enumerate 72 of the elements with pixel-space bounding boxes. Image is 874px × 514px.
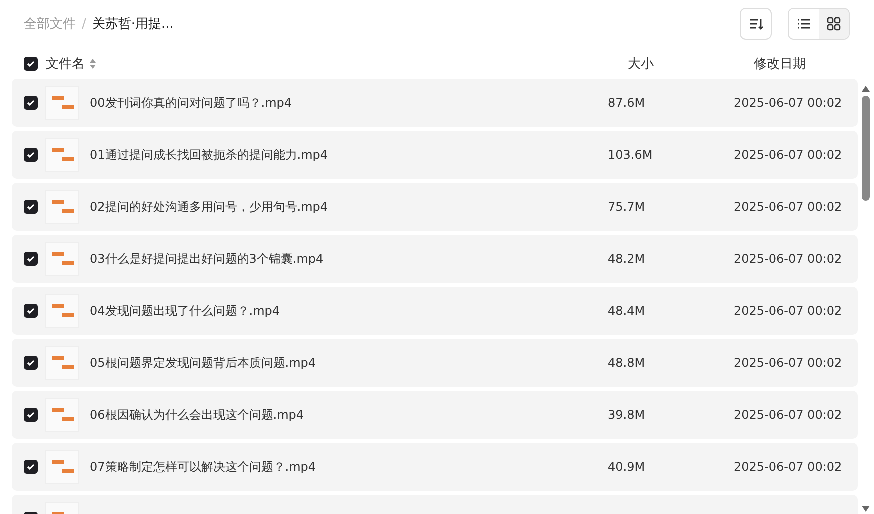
file-row[interactable]: 07策略制定怎样可以解决这个问题？.mp4 40.9M 2025-06-07 00:02 [12, 443, 858, 491]
file-checkbox[interactable] [24, 356, 38, 370]
video-thumbnail [45, 86, 79, 120]
date-column-header: 修改日期 [754, 56, 807, 73]
file-name: 04发现问题出现了什么问题？.mp4 [90, 302, 280, 320]
grid-view-button[interactable] [819, 9, 849, 39]
modified-date: 2025-06-07 00:02 [734, 304, 844, 318]
modified-date: 2025-06-07 00:02 [734, 96, 844, 110]
modified-date: 2025-06-07 00:02 [734, 408, 844, 422]
check-icon [26, 254, 36, 264]
sort-button[interactable] [740, 8, 772, 40]
modified-date: 2025-06-07 00:02 [734, 252, 844, 266]
check-icon [26, 150, 36, 160]
file-row[interactable]: 05根问题界定发现问题背后本质问题.mp4 48.8M 2025-06-07 00:02 [12, 339, 858, 387]
file-checkbox[interactable] [24, 96, 38, 110]
file-size: 48.8M [608, 356, 646, 370]
file-checkbox[interactable] [24, 148, 38, 162]
file-size: 87.6M [608, 96, 646, 110]
file-row[interactable]: 03什么是好提问提出好问题的3个锦囊.mp4 48.2M 2025-06-07 00:02 [12, 235, 858, 283]
video-thumbnail [45, 450, 79, 484]
scrollbar-thumb[interactable] [862, 96, 870, 201]
scroll-down-icon[interactable] [861, 505, 871, 513]
file-row[interactable]: 01通过提问成长找回被扼杀的提问能力.mp4 103.6M 2025-06-07 00:02 [12, 131, 858, 179]
file-size: 103.6M [608, 148, 654, 162]
breadcrumb-current: 关苏哲·用提... [92, 16, 174, 33]
file-checkbox[interactable] [24, 304, 38, 318]
file-name: 02提问的好处沟通多用问号，少用句号.mp4 [90, 198, 328, 216]
file-size: 40.9M [608, 460, 646, 474]
file-checkbox[interactable] [24, 460, 38, 474]
grid-icon [827, 17, 841, 31]
file-size: 48.2M [608, 252, 646, 266]
sort-arrows-icon [89, 58, 97, 70]
file-checkbox[interactable] [24, 200, 38, 214]
modified-date: 2025-06-07 00:02 [734, 460, 844, 474]
video-thumbnail [45, 190, 79, 224]
select-all-checkbox[interactable] [24, 57, 38, 71]
file-name: 05根问题界定发现问题背后本质问题.mp4 [90, 354, 316, 372]
breadcrumb-separator: / [82, 16, 86, 32]
check-icon [26, 98, 36, 108]
check-icon [26, 202, 36, 212]
file-row[interactable]: 00发刊词你真的问对问题了吗？.mp4 87.6M 2025-06-07 00:02 [12, 79, 858, 127]
check-icon [26, 410, 36, 420]
check-icon [26, 59, 36, 69]
file-name: 00发刊词你真的问对问题了吗？.mp4 [90, 94, 292, 112]
size-column-header: 大小 [628, 56, 655, 73]
check-icon [26, 358, 36, 368]
file-size: 75.7M [608, 200, 646, 214]
check-icon [26, 462, 36, 472]
check-icon [26, 306, 36, 316]
list-icon [797, 17, 811, 31]
modified-date: 2025-06-07 00:02 [734, 200, 844, 214]
modified-date: 2025-06-07 00:02 [734, 148, 844, 162]
video-thumbnail [45, 346, 79, 380]
video-thumbnail [45, 242, 79, 276]
sort-icon [748, 16, 764, 32]
file-row[interactable]: 02提问的好处沟通多用问号，少用句号.mp4 75.7M 2025-06-07 00:02 [12, 183, 858, 231]
file-name: 01通过提问成长找回被扼杀的提问能力.mp4 [90, 146, 328, 164]
video-thumbnail [45, 398, 79, 432]
modified-date: 2025-06-07 00:02 [734, 356, 844, 370]
file-name: 03什么是好提问提出好问题的3个锦囊.mp4 [90, 250, 324, 268]
file-size: 39.8M [608, 408, 646, 422]
name-column-header[interactable]: 文件名 [46, 55, 85, 73]
scroll-up-icon[interactable] [861, 85, 871, 93]
file-checkbox[interactable] [24, 408, 38, 422]
file-name: 06根因确认为什么会出现这个问题.mp4 [90, 406, 304, 424]
file-row[interactable]: 04发现问题出现了什么问题？.mp4 48.4M 2025-06-07 00:02 [12, 287, 858, 335]
file-size: 48.4M [608, 304, 646, 318]
video-thumbnail [45, 294, 79, 328]
file-name: 07策略制定怎样可以解决这个问题？.mp4 [90, 458, 316, 476]
file-checkbox[interactable] [24, 252, 38, 266]
file-row[interactable]: 06根因确认为什么会出现这个问题.mp4 39.8M 2025-06-07 00:02 [12, 391, 858, 439]
video-thumbnail [45, 138, 79, 172]
